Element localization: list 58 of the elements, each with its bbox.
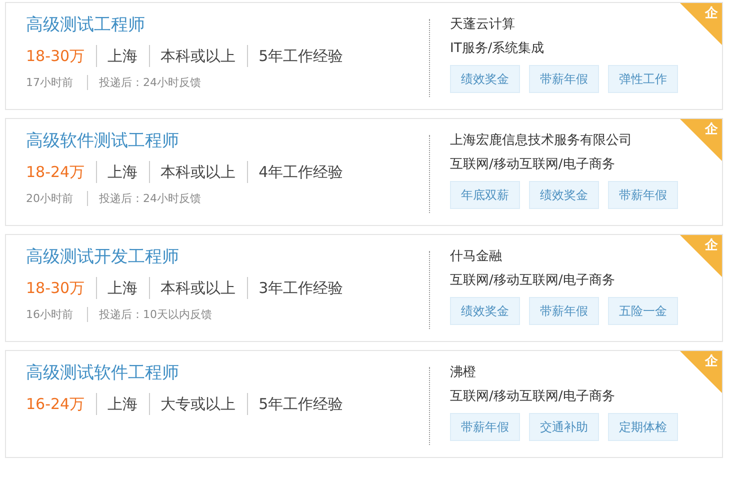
badge-label: 企 [705,237,718,254]
job-location: 上海 [96,161,138,183]
salary-range: 16-24万 [26,394,85,415]
feedback-time: 投递后：10天以内反馈 [87,307,212,322]
job-card[interactable]: 高级测试工程师 18-30万 上海 本科或以上 5年工作经验 17小时前 投递后：24小时反馈 天蓬云计算 IT服务/系统集成 绩效奖金 带薪年假 弹性工作 企 [5,2,723,110]
education-requirement: 本科或以上 [148,45,236,67]
job-card[interactable]: 高级测试开发工程师 18-30万 上海 本科或以上 3年工作经验 16小时前 投递后：10天以内反馈 什马金融 互联网/移动互联网/电子商务 绩效奖金 带薪年假 五险一金 企 [5,234,723,342]
company-industry: 互联网/移动互联网/电子商务 [450,272,615,290]
company-name[interactable]: 沸橙 [450,363,476,383]
benefit-tag: 带薪年假 [529,65,599,93]
benefit-tag: 绩效奖金 [450,65,520,93]
benefit-tag: 定期体检 [608,413,678,441]
feedback-time: 投递后：24小时反馈 [87,75,201,90]
benefit-tag: 绩效奖金 [529,181,599,209]
job-title[interactable]: 高级测试工程师 [26,13,429,37]
feedback-time: 投递后：24小时反馈 [87,191,201,206]
experience-requirement: 5年工作经验 [246,45,344,67]
posted-time: 17小时前 [26,75,73,90]
corner-badge [680,235,722,277]
benefit-tag: 年底双薪 [450,181,520,209]
job-title[interactable]: 高级测试软件工程师 [26,361,429,385]
badge-label: 企 [705,353,718,370]
badge-label: 企 [705,5,718,22]
benefit-tag: 带薪年假 [529,297,599,325]
benefit-tag: 弹性工作 [608,65,678,93]
job-title[interactable]: 高级测试开发工程师 [26,245,429,269]
job-location: 上海 [96,393,138,415]
job-location: 上海 [96,277,138,299]
posted-time: 16小时前 [26,307,73,322]
corner-badge [680,119,722,161]
benefit-tag: 带薪年假 [608,181,678,209]
salary-range: 18-24万 [26,162,85,183]
posted-time: 20小时前 [26,191,73,206]
job-title[interactable]: 高级软件测试工程师 [26,129,429,153]
benefit-tag: 带薪年假 [450,413,520,441]
corner-badge [680,3,722,45]
benefit-tag: 交通补助 [529,413,599,441]
company-industry: 互联网/移动互联网/电子商务 [450,156,615,174]
salary-range: 18-30万 [26,278,85,299]
benefit-tag: 绩效奖金 [450,297,520,325]
experience-requirement: 3年工作经验 [246,277,344,299]
job-card[interactable]: 高级测试软件工程师 16-24万 上海 大专或以上 5年工作经验 沸橙 互联网/移动互联网/电子商务 带薪年假 交通补助 定期体检 企 [5,350,723,458]
company-name[interactable]: 什马金融 [450,247,502,267]
experience-requirement: 4年工作经验 [246,161,344,183]
salary-range: 18-30万 [26,46,85,67]
company-name[interactable]: 天蓬云计算 [450,15,515,35]
job-location: 上海 [96,45,138,67]
company-industry: IT服务/系统集成 [450,40,544,58]
badge-label: 企 [705,121,718,138]
company-name[interactable]: 上海宏鹿信息技术服务有限公司 [450,131,632,151]
education-requirement: 大专或以上 [148,393,236,415]
benefit-tag: 五险一金 [608,297,678,325]
company-industry: 互联网/移动互联网/电子商务 [450,388,615,406]
job-card[interactable]: 高级软件测试工程师 18-24万 上海 本科或以上 4年工作经验 20小时前 投递后：24小时反馈 上海宏鹿信息技术服务有限公司 互联网/移动互联网/电子商务 年底双薪 绩效奖金 带薪年假 企 [5,118,723,226]
corner-badge [680,351,722,393]
experience-requirement: 5年工作经验 [246,393,344,415]
education-requirement: 本科或以上 [148,277,236,299]
education-requirement: 本科或以上 [148,161,236,183]
